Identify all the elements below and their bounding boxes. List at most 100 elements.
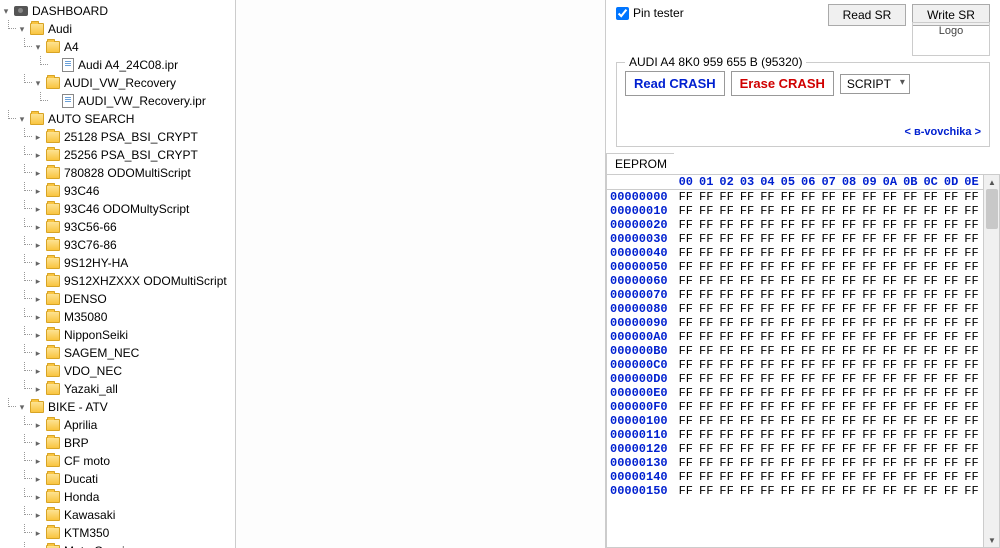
hex-cell[interactable]: FF: [880, 470, 900, 484]
hex-cell[interactable]: FF: [961, 400, 981, 414]
hex-cell[interactable]: FF: [737, 288, 757, 302]
hex-cell[interactable]: FF: [757, 428, 777, 442]
hex-cell[interactable]: FF: [778, 218, 798, 232]
hex-cell[interactable]: FF: [859, 190, 879, 205]
hex-cell[interactable]: FF: [757, 456, 777, 470]
expand-icon[interactable]: ▸: [32, 311, 44, 323]
hex-cell[interactable]: FF: [920, 218, 940, 232]
hex-cell[interactable]: FF: [757, 372, 777, 386]
tree-item[interactable]: ▸9S12XHZXXX ODOMultiScript: [0, 272, 235, 290]
hex-cell[interactable]: FF: [798, 316, 818, 330]
hex-cell[interactable]: FF: [757, 302, 777, 316]
hex-cell[interactable]: FF: [941, 316, 961, 330]
hex-row[interactable]: 00000090FFFFFFFFFFFFFFFFFFFFFFFFFFFFFFFF: [607, 316, 983, 330]
hex-cell[interactable]: FF: [880, 190, 900, 205]
hex-cell[interactable]: FF: [798, 456, 818, 470]
hex-cell[interactable]: FF: [839, 456, 859, 470]
hex-cell[interactable]: FF: [798, 232, 818, 246]
hex-cell[interactable]: FF: [900, 190, 920, 205]
hex-cell[interactable]: FF: [941, 246, 961, 260]
hex-cell[interactable]: FF: [859, 372, 879, 386]
hex-cell[interactable]: FF: [880, 484, 900, 498]
hex-cell[interactable]: FF: [880, 400, 900, 414]
hex-cell[interactable]: FF: [880, 344, 900, 358]
tree-panel[interactable]: ▾DASHBOARD▾Audi▾A4Audi A4_24C08.ipr▾AUDI…: [0, 0, 236, 548]
hex-cell[interactable]: FF: [900, 344, 920, 358]
hex-row[interactable]: 00000020FFFFFFFFFFFFFFFFFFFFFFFFFFFFFFFF: [607, 218, 983, 232]
hex-cell[interactable]: FF: [716, 428, 736, 442]
hex-cell[interactable]: FF: [839, 470, 859, 484]
hex-cell[interactable]: FF: [716, 372, 736, 386]
hex-cell[interactable]: FF: [676, 288, 696, 302]
hex-cell[interactable]: FF: [880, 428, 900, 442]
expand-icon[interactable]: ▸: [32, 185, 44, 197]
tree-item[interactable]: ▸93C76-86: [0, 236, 235, 254]
hex-cell[interactable]: FF: [676, 190, 696, 205]
hex-cell[interactable]: FF: [941, 456, 961, 470]
hex-cell[interactable]: FF: [859, 414, 879, 428]
hex-cell[interactable]: FF: [880, 204, 900, 218]
expand-icon[interactable]: ▸: [32, 455, 44, 467]
hex-cell[interactable]: FF: [880, 372, 900, 386]
hex-cell[interactable]: FF: [941, 484, 961, 498]
hex-cell[interactable]: FF: [798, 344, 818, 358]
hex-cell[interactable]: FF: [778, 400, 798, 414]
hex-cell[interactable]: FF: [859, 484, 879, 498]
hex-row[interactable]: 00000130FFFFFFFFFFFFFFFFFFFFFFFFFFFFFFFF: [607, 456, 983, 470]
hex-cell[interactable]: FF: [880, 274, 900, 288]
hex-cell[interactable]: FF: [859, 386, 879, 400]
hex-cell[interactable]: FF: [716, 400, 736, 414]
tree-item[interactable]: ▸NipponSeiki: [0, 326, 235, 344]
hex-cell[interactable]: FF: [880, 358, 900, 372]
hex-cell[interactable]: FF: [961, 190, 981, 205]
pin-tester-input[interactable]: [616, 7, 629, 20]
hex-cell[interactable]: FF: [920, 386, 940, 400]
hex-cell[interactable]: FF: [818, 246, 838, 260]
hex-cell[interactable]: FF: [880, 218, 900, 232]
hex-cell[interactable]: FF: [737, 330, 757, 344]
hex-cell[interactable]: FF: [880, 232, 900, 246]
hex-cell[interactable]: FF: [737, 218, 757, 232]
hex-cell[interactable]: FF: [920, 190, 940, 205]
hex-cell[interactable]: FF: [778, 470, 798, 484]
hex-cell[interactable]: FF: [839, 260, 859, 274]
hex-cell[interactable]: FF: [818, 316, 838, 330]
hex-cell[interactable]: FF: [920, 274, 940, 288]
hex-cell[interactable]: FF: [737, 302, 757, 316]
hex-cell[interactable]: FF: [859, 246, 879, 260]
hex-row[interactable]: 00000010FFFFFFFFFFFFFFFFFFFFFFFFFFFFFFFF: [607, 204, 983, 218]
hex-cell[interactable]: FF: [880, 414, 900, 428]
hex-row[interactable]: 00000140FFFFFFFFFFFFFFFFFFFFFFFFFFFFFFFF: [607, 470, 983, 484]
hex-cell[interactable]: FF: [941, 302, 961, 316]
hex-cell[interactable]: FF: [737, 316, 757, 330]
hex-cell[interactable]: FF: [839, 414, 859, 428]
hex-cell[interactable]: FF: [859, 330, 879, 344]
hex-cell[interactable]: FF: [900, 428, 920, 442]
hex-cell[interactable]: FF: [778, 484, 798, 498]
hex-cell[interactable]: FF: [900, 204, 920, 218]
hex-cell[interactable]: FF: [900, 316, 920, 330]
hex-cell[interactable]: FF: [941, 358, 961, 372]
scroll-up-icon[interactable]: ▲: [984, 175, 1000, 189]
hex-cell[interactable]: FF: [880, 386, 900, 400]
hex-cell[interactable]: FF: [778, 246, 798, 260]
hex-cell[interactable]: FF: [961, 232, 981, 246]
hex-cell[interactable]: FF: [920, 414, 940, 428]
read-crash-button[interactable]: Read CRASH: [625, 71, 725, 96]
tree-item[interactable]: AUDI_VW_Recovery.ipr: [0, 92, 235, 110]
hex-cell[interactable]: FF: [757, 470, 777, 484]
hex-cell[interactable]: FF: [737, 386, 757, 400]
hex-cell[interactable]: FF: [757, 246, 777, 260]
tree-item[interactable]: ▾A4: [0, 38, 235, 56]
hex-cell[interactable]: FF: [696, 274, 716, 288]
hex-row[interactable]: 000000B0FFFFFFFFFFFFFFFFFFFFFFFFFFFFFFFF: [607, 344, 983, 358]
tree-item[interactable]: ▸Ducati: [0, 470, 235, 488]
hex-cell[interactable]: FF: [839, 232, 859, 246]
hex-cell[interactable]: FF: [859, 316, 879, 330]
hex-scrollbar[interactable]: ▲ ▼: [983, 175, 999, 547]
hex-cell[interactable]: FF: [757, 274, 777, 288]
hex-cell[interactable]: FF: [941, 386, 961, 400]
hex-row[interactable]: 000000C0FFFFFFFFFFFFFFFFFFFFFFFFFFFFFFFF: [607, 358, 983, 372]
hex-cell[interactable]: FF: [839, 442, 859, 456]
hex-cell[interactable]: FF: [961, 288, 981, 302]
